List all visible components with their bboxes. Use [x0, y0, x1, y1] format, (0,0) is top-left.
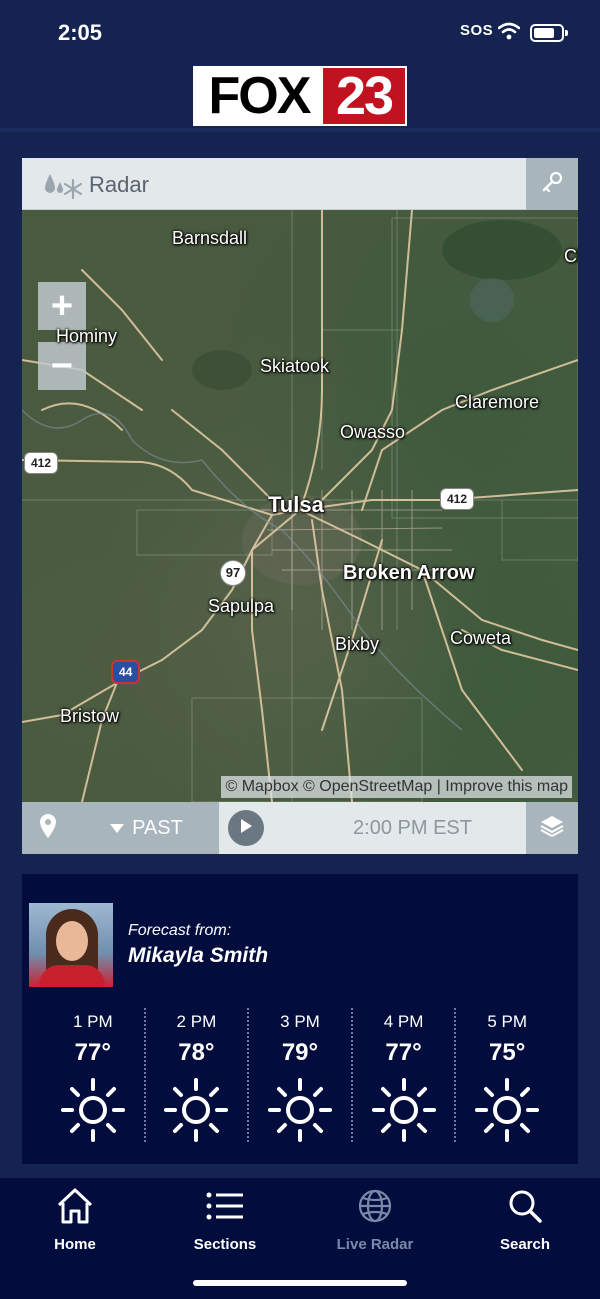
radar-timeline-bar: PAST 2:00 PM EST [22, 802, 578, 854]
hourly-item: 4 PM 77° [350, 1008, 455, 1142]
hour-temp: 79° [281, 1039, 319, 1066]
tab-sections[interactable]: Sections [165, 1186, 285, 1253]
list-icon [165, 1186, 285, 1226]
key-icon [541, 171, 563, 198]
meteorologist-avatar [29, 903, 113, 987]
location-pin-icon [39, 813, 57, 844]
battery-icon [530, 24, 568, 42]
city-label: Owasso [340, 422, 406, 442]
radar-header: Radar [22, 158, 578, 210]
bottom-tab-bar: Home Sections Live Radar Search [0, 1178, 600, 1299]
layers-icon [539, 814, 565, 843]
forecast-from-label: Forecast from: [128, 922, 232, 939]
hour-time: 3 PM [280, 1012, 320, 1031]
logo-number-text: 23 [323, 68, 405, 124]
hourly-item: 1 PM 77° [42, 1008, 144, 1142]
hour-temp: 78° [178, 1039, 215, 1066]
city-label: Sapulpa [208, 596, 275, 616]
home-icon [15, 1186, 135, 1226]
highway-shield: 97 [220, 560, 246, 586]
header-divider [0, 128, 600, 132]
city-label: Cl [564, 246, 578, 266]
play-icon [239, 818, 253, 839]
hour-temp: 77° [385, 1039, 422, 1066]
zoom-out-button[interactable]: − [38, 342, 86, 390]
hourly-item: 5 PM 75° [454, 1008, 558, 1142]
logo-fox-text: FOX [195, 68, 323, 124]
hour-time: 5 PM [487, 1012, 528, 1031]
globe-icon [315, 1186, 435, 1226]
layers-button[interactable] [526, 802, 578, 854]
meteorologist-name: Mikayla Smith [128, 944, 269, 967]
city-label: Claremore [455, 392, 540, 412]
tab-sections-label: Sections [193, 1236, 257, 1253]
hour-temp: 77° [74, 1039, 111, 1066]
hour-time: 4 PM [383, 1012, 424, 1031]
highway-shield: 412 [440, 488, 475, 510]
radar-map[interactable]: + − Barnsdall Hominy Skiatook Claremore … [22, 210, 578, 802]
play-button[interactable] [228, 810, 264, 846]
tab-live-radar-label: Live Radar [336, 1236, 414, 1253]
interstate-shield: 44 [111, 660, 141, 684]
city-label: Barnsdall [172, 228, 248, 248]
hourly-item: 3 PM 79° [247, 1008, 351, 1142]
city-label: Tulsa [268, 492, 324, 517]
sun-icon [474, 1077, 540, 1148]
radar-panel: Radar + − Barnsdall Hominy Skiatook Clar… [22, 158, 578, 854]
timeline-mode-select[interactable]: PAST [74, 802, 219, 854]
tab-home[interactable]: Home [15, 1186, 135, 1253]
zoom-in-button[interactable]: + [38, 282, 86, 330]
sos-indicator: SOS [460, 22, 494, 39]
city-label: Broken Arrow [343, 562, 475, 584]
sun-icon [163, 1077, 229, 1148]
tab-home-label: Home [54, 1236, 96, 1253]
city-label: Bixby [335, 634, 380, 654]
forecast-panel[interactable]: Forecast from: Mikayla Smith 1 PM 77° 2 … [22, 874, 578, 1164]
city-label: Skiatook [260, 356, 330, 376]
caret-down-icon [110, 817, 125, 840]
status-time: 2:05 [58, 20, 103, 45]
wifi-icon [497, 22, 521, 45]
hour-time: 2 PM [176, 1012, 217, 1031]
radar-title: Radar [89, 172, 149, 197]
city-label: Hominy [56, 326, 118, 346]
search-icon [465, 1186, 585, 1226]
sun-icon [60, 1077, 126, 1148]
tab-live-radar[interactable]: Live Radar [315, 1186, 435, 1253]
legend-key-button[interactable] [526, 158, 578, 210]
sun-icon [371, 1077, 437, 1148]
home-indicator[interactable] [193, 1280, 407, 1286]
weather-precip-icon [42, 170, 83, 205]
hour-time: 1 PM [72, 1012, 113, 1031]
hourly-forecast: 1 PM 77° 2 PM 78° 3 PM 79° 4 PM 77° 5 PM… [42, 1008, 558, 1142]
hourly-item: 2 PM 78° [143, 1008, 248, 1142]
timeline-mode-label: PAST [132, 816, 183, 839]
tab-search-label: Search [499, 1236, 551, 1253]
hour-temp: 75° [489, 1039, 526, 1066]
fox23-logo: FOX 23 [193, 66, 407, 126]
tab-search[interactable]: Search [465, 1186, 585, 1253]
city-label: Coweta [450, 628, 512, 648]
highway-shield: 412 [24, 452, 59, 474]
timeline-time: 2:00 PM EST [353, 817, 472, 839]
location-button[interactable] [22, 802, 74, 854]
sun-icon [267, 1077, 333, 1148]
status-bar: 2:05 SOS [0, 0, 600, 62]
city-label: Bristow [60, 706, 120, 726]
timeline-player: 2:00 PM EST [219, 802, 526, 854]
map-attribution[interactable]: © Mapbox © OpenStreetMap | Improve this … [221, 776, 572, 798]
